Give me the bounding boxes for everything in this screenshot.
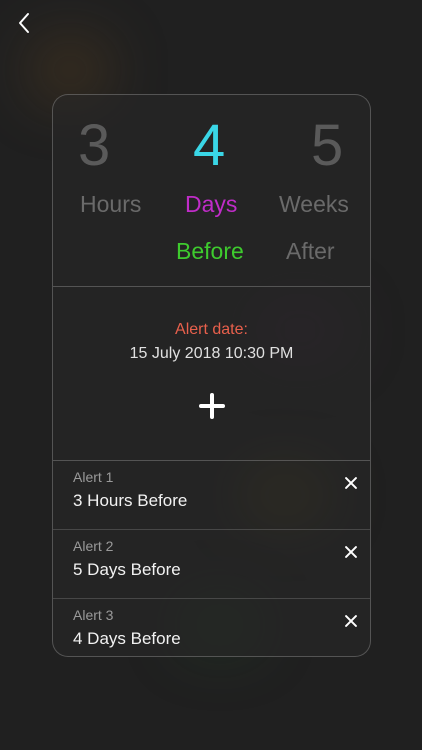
interval-picker[interactable]: 3 4 5 Hours Days Weeks Before After xyxy=(53,95,370,287)
close-icon[interactable] xyxy=(341,611,361,631)
alert-date-value: 15 July 2018 10:30 PM xyxy=(129,345,294,362)
alert-editor-card: 3 4 5 Hours Days Weeks Before After Aler… xyxy=(52,94,371,657)
alerts-list: Alert 1 3 Hours Before Alert 2 5 Days Be… xyxy=(53,461,370,656)
alert-value: 3 Hours Before xyxy=(73,491,188,510)
alert-title: Alert 1 xyxy=(73,469,114,485)
picker-unit-option[interactable]: Weeks xyxy=(279,191,349,218)
close-icon[interactable] xyxy=(341,542,361,562)
alert-title: Alert 3 xyxy=(73,607,114,623)
close-icon[interactable] xyxy=(341,473,361,493)
alert-date-section: Alert date: 15 July 2018 10:30 PM xyxy=(53,287,370,461)
picker-relation-option[interactable]: After xyxy=(286,238,335,265)
list-item[interactable]: Alert 3 4 Days Before xyxy=(53,599,370,656)
picker-unit-option[interactable]: Hours xyxy=(80,191,141,218)
picker-relation-selected[interactable]: Before xyxy=(176,238,244,265)
alert-value: 4 Days Before xyxy=(73,629,181,648)
alert-date-label: Alert date: xyxy=(175,321,248,338)
picker-number-selected[interactable]: 4 xyxy=(193,117,225,175)
picker-number-option[interactable]: 5 xyxy=(311,117,343,175)
list-item[interactable]: Alert 2 5 Days Before xyxy=(53,530,370,599)
chevron-left-icon xyxy=(19,13,29,33)
picker-number-option[interactable]: 3 xyxy=(78,117,110,175)
back-button[interactable] xyxy=(12,10,36,36)
list-item[interactable]: Alert 1 3 Hours Before xyxy=(53,461,370,530)
alert-title: Alert 2 xyxy=(73,538,114,554)
alert-value: 5 Days Before xyxy=(73,560,181,579)
picker-unit-selected[interactable]: Days xyxy=(185,191,237,218)
add-alert-button[interactable] xyxy=(197,391,227,421)
